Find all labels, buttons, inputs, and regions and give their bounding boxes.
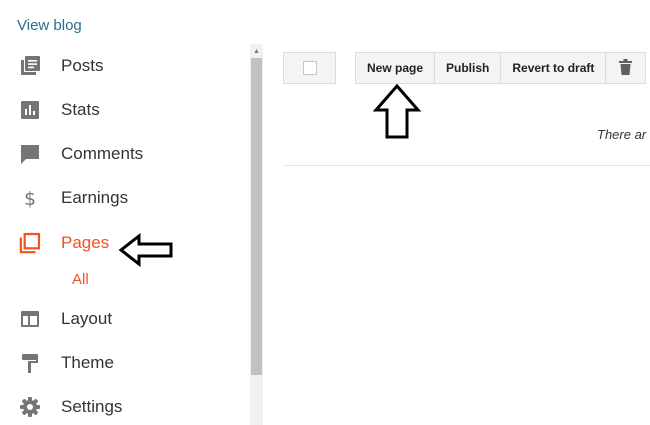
empty-state-text: There ar <box>597 127 647 142</box>
main-content: New page Publish Revert to draft There a… <box>263 0 650 425</box>
new-page-button[interactable]: New page <box>356 53 436 83</box>
sidebar-item-label: Layout <box>61 309 113 328</box>
sidebar-item-settings[interactable]: Settings <box>0 389 250 425</box>
gear-icon <box>19 396 41 418</box>
publish-button[interactable]: Publish <box>435 53 502 83</box>
sidebar-scrollbar[interactable]: ▲ <box>250 44 263 425</box>
comments-icon <box>19 143 41 165</box>
sidebar-item-layout[interactable]: Layout <box>0 301 250 337</box>
divider <box>283 165 650 166</box>
trash-icon <box>619 58 633 78</box>
pages-toolbar: New page Publish Revert to draft <box>355 52 647 84</box>
view-blog-link[interactable]: View blog <box>17 17 82 34</box>
sidebar-item-label: Stats <box>61 100 100 119</box>
up-arrow-annotation-icon <box>373 84 421 139</box>
sidebar-item-label: Pages <box>61 233 110 252</box>
sidebar-item-comments[interactable]: Comments <box>0 136 250 172</box>
sidebar-subitem-all[interactable]: All <box>72 271 89 288</box>
sidebar-item-earnings[interactable]: $ Earnings <box>0 180 250 216</box>
sidebar-item-label: Theme <box>61 353 114 372</box>
pages-icon <box>19 232 41 254</box>
paint-roller-icon <box>19 352 41 374</box>
revert-to-draft-button[interactable]: Revert to draft <box>501 53 607 83</box>
sidebar-item-label: Posts <box>61 56 104 75</box>
delete-button[interactable] <box>606 53 645 83</box>
stats-icon <box>19 99 41 121</box>
blogger-dashboard: View blog Posts Stats Comments $ Earning… <box>0 0 650 425</box>
sidebar-item-label: Settings <box>61 397 123 416</box>
posts-icon <box>19 55 41 77</box>
select-all-checkbox-button[interactable] <box>283 52 336 84</box>
sidebar-item-theme[interactable]: Theme <box>0 345 250 381</box>
layout-icon <box>19 308 41 330</box>
sidebar-item-stats[interactable]: Stats <box>0 92 250 128</box>
sidebar-item-label: Comments <box>61 144 144 163</box>
select-all-checkbox[interactable] <box>302 61 317 75</box>
sidebar-item-label: Earnings <box>61 188 129 207</box>
svg-text:$: $ <box>24 188 36 209</box>
scrollbar-thumb[interactable] <box>251 58 262 375</box>
sidebar: View blog Posts Stats Comments $ Earning… <box>0 0 250 425</box>
sidebar-item-posts[interactable]: Posts <box>0 48 250 84</box>
scroll-up-arrow-icon[interactable]: ▲ <box>250 44 263 58</box>
dollar-icon: $ <box>19 187 41 209</box>
left-arrow-annotation-icon <box>118 233 173 267</box>
